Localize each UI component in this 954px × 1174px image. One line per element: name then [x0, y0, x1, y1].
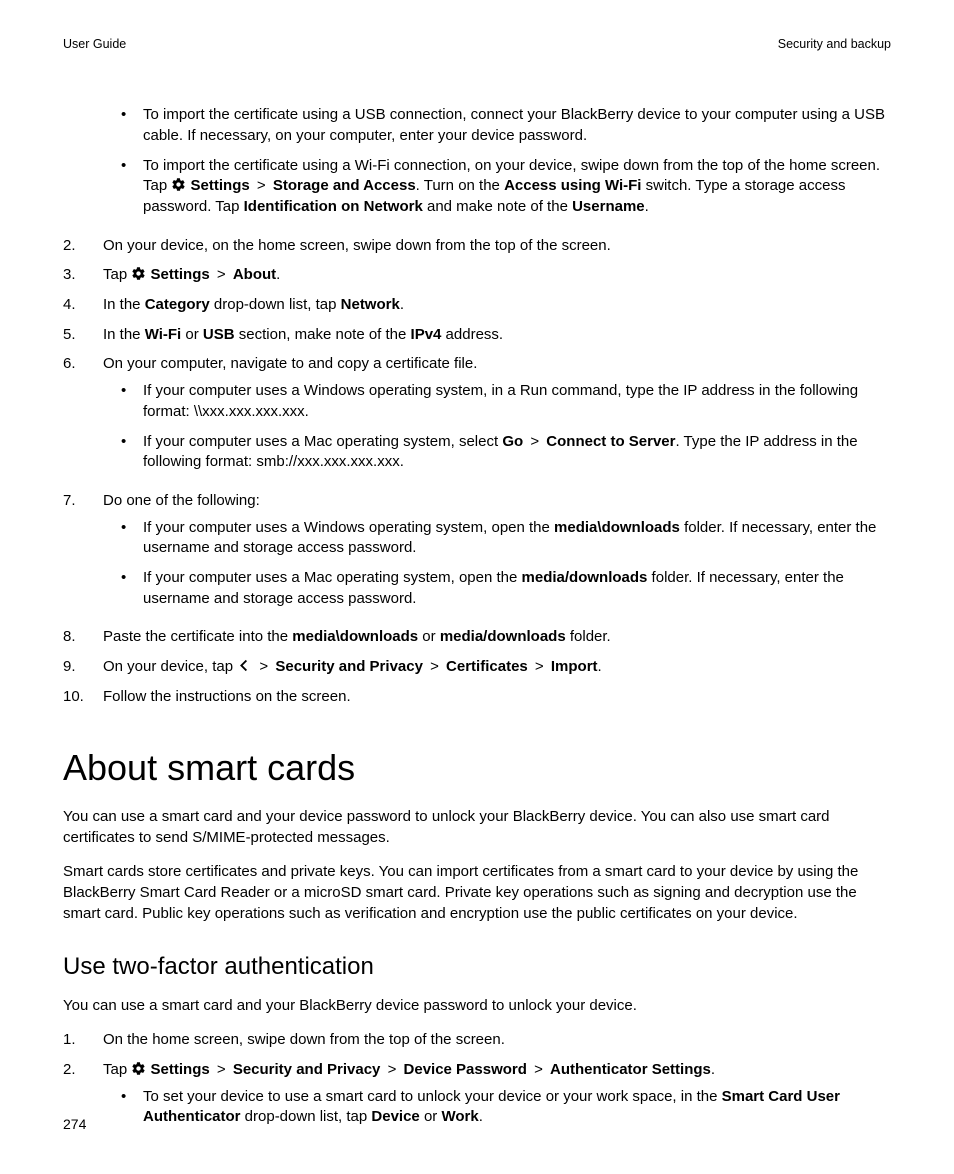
- list-item: • If your computer uses a Mac operating …: [121, 568, 891, 609]
- bullet-icon: •: [121, 105, 143, 126]
- bullet-text: If your computer uses a Mac operating sy…: [143, 432, 891, 473]
- bullet-icon: •: [121, 156, 143, 177]
- step-number: 7.: [63, 491, 103, 512]
- list-item: • To import the certificate using a USB …: [121, 105, 891, 146]
- step-number: 8.: [63, 627, 103, 648]
- bullet-text: To set your device to use a smart card t…: [143, 1087, 891, 1128]
- step-text: On your device, on the home screen, swip…: [103, 236, 891, 257]
- gear-icon: [171, 177, 186, 192]
- body-paragraph: You can use a smart card and your device…: [63, 807, 891, 848]
- step-number: 9.: [63, 657, 103, 678]
- list-item: 8. Paste the certificate into the media\…: [63, 627, 891, 648]
- sub-bullet-list: • If your computer uses a Windows operat…: [121, 518, 891, 610]
- step-number: 5.: [63, 325, 103, 346]
- list-item: 9. On your device, tap > Security and Pr…: [63, 657, 891, 678]
- list-item: • If your computer uses a Mac operating …: [121, 432, 891, 473]
- step-text: On your device, tap > Security and Priva…: [103, 657, 891, 678]
- gear-icon: [131, 266, 146, 281]
- list-item: 2. Tap Settings > Security and Privacy >…: [63, 1060, 891, 1137]
- list-item: 4. In the Category drop-down list, tap N…: [63, 295, 891, 316]
- step-text: Tap Settings > About.: [103, 265, 891, 286]
- list-item: • To import the certificate using a USB …: [63, 99, 891, 226]
- list-item: 5. In the Wi-Fi or USB section, make not…: [63, 325, 891, 346]
- bullet-icon: •: [121, 1087, 143, 1108]
- procedure-list: • To import the certificate using a USB …: [63, 99, 891, 707]
- step-text: Tap Settings > Security and Privacy > De…: [103, 1060, 891, 1081]
- step-text: In the Wi-Fi or USB section, make note o…: [103, 325, 891, 346]
- bullet-icon: •: [121, 568, 143, 589]
- step-text: Follow the instructions on the screen.: [103, 687, 891, 708]
- step-text: Paste the certificate into the media\dow…: [103, 627, 891, 648]
- bullet-text: If your computer uses a Mac operating sy…: [143, 568, 891, 609]
- procedure-list: 1. On the home screen, swipe down from t…: [63, 1030, 891, 1137]
- list-item: 1. On the home screen, swipe down from t…: [63, 1030, 891, 1051]
- bullet-text: To import the certificate using a Wi-Fi …: [143, 156, 891, 218]
- gear-icon: [131, 1061, 146, 1076]
- step-number: 6.: [63, 354, 103, 375]
- list-item: • To import the certificate using a Wi-F…: [121, 156, 891, 218]
- list-item: • If your computer uses a Windows operat…: [121, 381, 891, 422]
- chevron-left-icon: [237, 658, 252, 673]
- body-paragraph: Smart cards store certificates and priva…: [63, 862, 891, 924]
- step-number: 1.: [63, 1030, 103, 1051]
- step-number: 10.: [63, 687, 103, 708]
- bullet-text: To import the certificate using a USB co…: [143, 105, 891, 146]
- list-item: • If your computer uses a Windows operat…: [121, 518, 891, 559]
- list-item: 3. Tap Settings > About.: [63, 265, 891, 286]
- sub-bullet-list: • To set your device to use a smart card…: [121, 1087, 891, 1128]
- sub-bullet-list: • If your computer uses a Windows operat…: [121, 381, 891, 473]
- bullet-text: If your computer uses a Windows operatin…: [143, 381, 891, 422]
- running-headers: User Guide Security and backup: [63, 36, 891, 53]
- step-number: 2.: [63, 236, 103, 257]
- document-page: User Guide Security and backup • To impo…: [0, 0, 954, 1174]
- subsection-heading: Use two-factor authentication: [63, 950, 891, 983]
- step-text: In the Category drop-down list, tap Netw…: [103, 295, 891, 316]
- list-item: • To set your device to use a smart card…: [121, 1087, 891, 1128]
- list-item: 6. On your computer, navigate to and cop…: [63, 354, 891, 481]
- step-number: 3.: [63, 265, 103, 286]
- list-item: 10. Follow the instructions on the scree…: [63, 687, 891, 708]
- bullet-icon: •: [121, 381, 143, 402]
- body-paragraph: You can use a smart card and your BlackB…: [63, 996, 891, 1017]
- step-number: 4.: [63, 295, 103, 316]
- bullet-icon: •: [121, 432, 143, 453]
- page-number: 274: [63, 1115, 86, 1134]
- step-number: 2.: [63, 1060, 103, 1081]
- bullet-text: If your computer uses a Windows operatin…: [143, 518, 891, 559]
- step-text: On your computer, navigate to and copy a…: [103, 354, 891, 375]
- list-item: 7. Do one of the following: • If your co…: [63, 491, 891, 618]
- header-left: User Guide: [63, 36, 126, 53]
- step-text: Do one of the following:: [103, 491, 891, 512]
- bullet-icon: •: [121, 518, 143, 539]
- step-text: On the home screen, swipe down from the …: [103, 1030, 891, 1051]
- section-heading: About smart cards: [63, 743, 891, 793]
- header-right: Security and backup: [778, 36, 891, 53]
- list-item: 2. On your device, on the home screen, s…: [63, 236, 891, 257]
- sub-bullet-list: • To import the certificate using a USB …: [121, 105, 891, 217]
